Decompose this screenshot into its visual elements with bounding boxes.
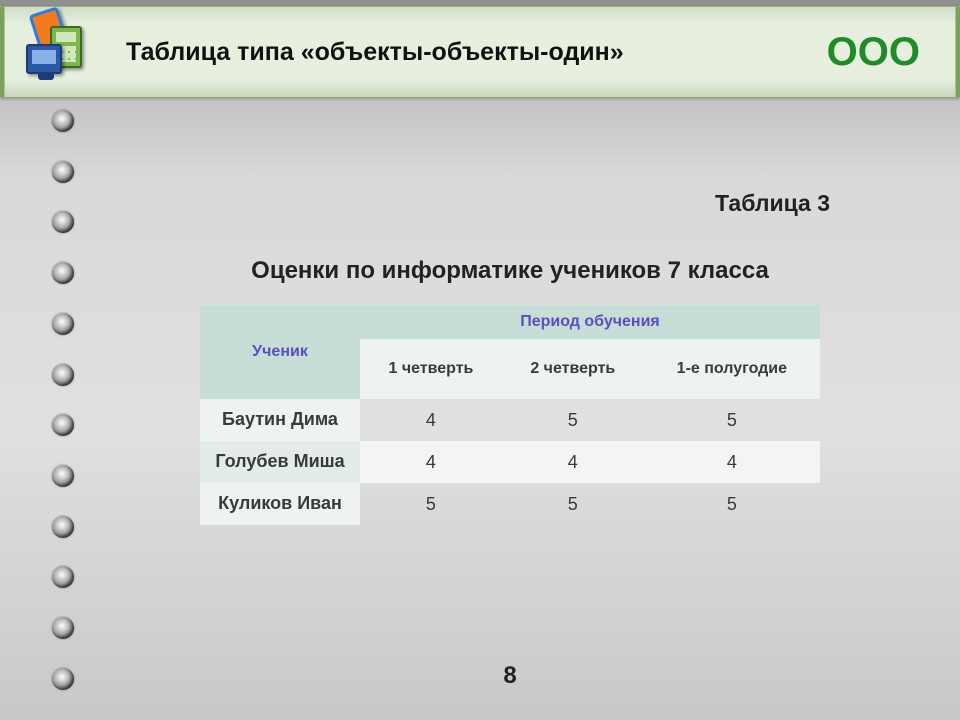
grade-cell: 5 [644, 483, 820, 525]
col-header-student: Ученик [200, 305, 360, 399]
binding-hole [52, 465, 74, 487]
binding-hole [52, 110, 74, 132]
binding-hole [52, 617, 74, 639]
spiral-binding [52, 100, 76, 720]
grade-cell: 4 [360, 441, 502, 483]
grades-table: Ученик Период обучения 1 четверть 2 четв… [200, 305, 820, 525]
header-clipart [28, 20, 106, 84]
table-caption: Оценки по информатике учеников 7 класса [90, 217, 930, 305]
table-number-label: Таблица 3 [90, 115, 930, 217]
slide-content: Таблица 3 Оценки по информатике учеников… [90, 115, 930, 700]
col-header-q1: 1 четверть [360, 339, 502, 399]
binding-hole [52, 668, 74, 690]
binding-hole [52, 262, 74, 284]
binding-hole [52, 211, 74, 233]
row-header-student: Куликов Иван [200, 483, 360, 525]
binding-hole [52, 414, 74, 436]
binding-hole [52, 161, 74, 183]
page-number: 8 [90, 662, 930, 690]
slide-badge: ООО [827, 30, 920, 75]
grade-cell: 4 [360, 399, 502, 441]
binding-hole [52, 313, 74, 335]
grade-cell: 4 [644, 441, 820, 483]
row-header-student: Баутин Дима [200, 399, 360, 441]
binding-hole [52, 566, 74, 588]
col-header-h1: 1-е полугодие [644, 339, 820, 399]
grade-cell: 5 [644, 399, 820, 441]
col-header-period-group: Период обучения [360, 305, 820, 339]
slide-header: Таблица типа «объекты-объекты-один» ООО [0, 6, 960, 98]
grade-cell: 4 [502, 441, 644, 483]
slide-title: Таблица типа «объекты-объекты-один» [126, 38, 624, 67]
grade-cell: 5 [502, 399, 644, 441]
grade-cell: 5 [360, 483, 502, 525]
grade-cell: 5 [502, 483, 644, 525]
col-header-q2: 2 четверть [502, 339, 644, 399]
row-header-student: Голубев Миша [200, 441, 360, 483]
monitor-icon [26, 44, 62, 74]
binding-hole [52, 364, 74, 386]
binding-hole [52, 516, 74, 538]
